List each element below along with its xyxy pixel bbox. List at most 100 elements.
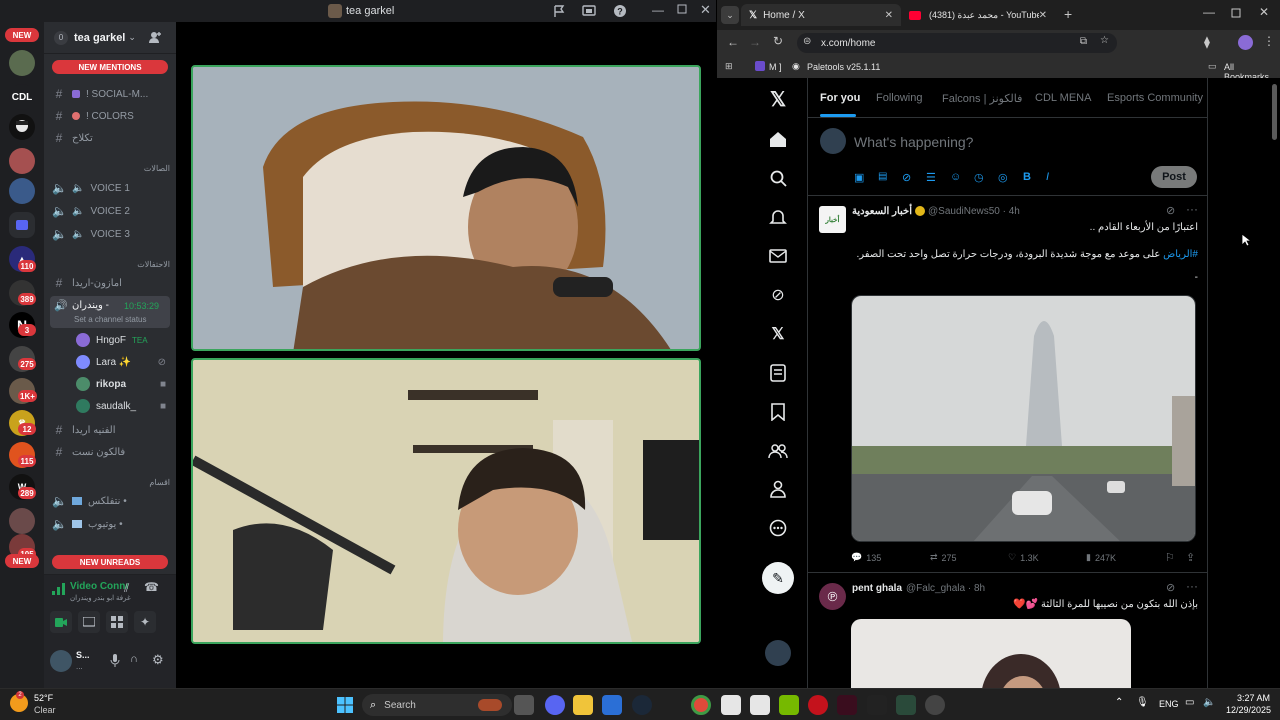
tweet-image[interactable] [851,619,1131,688]
steam-icon[interactable] [632,695,652,715]
tweet-handle[interactable]: @Falc_ghala · 8h [906,583,985,594]
x-logo-icon[interactable]: 𝕏 [767,88,789,111]
tab-youtube[interactable]: (4381) محمد عبدة - YouTube ✕ [901,4,1061,26]
location-icon[interactable]: ◎ [998,171,1008,184]
new-tab-button[interactable]: + [1064,6,1072,22]
media-icon[interactable]: ▣ [854,171,864,184]
bookmarks-icon[interactable] [767,401,789,423]
tweet[interactable]: أخبار أخبار السعودية @SaudiNews50 · 4h ⊘… [808,196,1208,573]
noise-suppression-icon[interactable]: ⫽ [124,581,129,596]
maximize-icon[interactable] [1231,8,1241,18]
channel-item[interactable]: # ! SOCIAL-M... [52,84,170,104]
grok-explain-icon[interactable]: ⊘ [1166,581,1175,594]
communities-icon[interactable] [767,440,789,462]
share-icon[interactable]: ⇪ [1186,551,1195,564]
bookmark-item[interactable]: Paletools v25.1.11 [807,62,880,72]
new-mentions-pill[interactable]: NEW MENTIONS [52,60,168,74]
voice-channel-item[interactable]: 🔈 نتفلكس • [52,491,170,511]
file-explorer-icon[interactable] [573,695,593,715]
activities-button[interactable] [106,611,128,633]
back-icon[interactable]: ← [727,35,739,49]
task-view-icon[interactable] [514,695,534,715]
voice-channel-item[interactable]: 🔈 🔈 VOICE 3 [52,224,170,244]
voice-channel-item[interactable]: 🔈 🔈 VOICE 1 [52,178,170,198]
compose-post-button[interactable]: ✎ [762,562,794,594]
account-avatar[interactable] [765,640,791,666]
post-button[interactable]: Post [1151,166,1197,188]
soundboard-button[interactable]: ✦ [134,611,156,633]
bookmark-icon[interactable]: ⚐ [1165,551,1175,564]
maximize-icon[interactable] [677,4,687,14]
tab-x-home[interactable]: 𝕏 Home / X ✕ [741,4,901,26]
add-member-icon[interactable] [148,30,162,44]
home-icon[interactable] [767,128,789,150]
server-icon[interactable] [9,148,35,174]
server-header[interactable]: 0 tea garkel ⌄ [44,22,176,54]
chevron-up-icon[interactable]: ⌃ [1115,697,1123,708]
poll-icon[interactable]: ☰ [926,171,936,184]
channel-item[interactable]: # فالكون نست [52,442,170,462]
notifications-bell-icon[interactable] [767,206,789,228]
minimize-icon[interactable]: — [1203,5,1215,19]
folder-icon[interactable] [9,212,35,238]
taskbar-search-box[interactable]: ⌕ Search [362,694,512,716]
category-events[interactable]: الاحتفالات [54,260,170,269]
disconnect-icon[interactable]: ☎ [144,580,159,594]
server-icon[interactable] [9,178,35,204]
bookmark-item[interactable]: M ] [769,62,782,72]
close-icon[interactable]: ✕ [700,2,711,18]
schedule-icon[interactable]: ◷ [974,171,984,184]
bold-icon[interactable]: B [1023,171,1031,183]
like-stat[interactable]: ♡ 1.3K [1008,552,1039,563]
address-bar[interactable]: ⊜ x.com/home ⧉ ☆ [797,33,1117,53]
gif-icon[interactable]: ▤ [878,171,887,182]
voice-member[interactable]: Lara ✨ ⊘ [76,352,170,372]
video-tile-1[interactable] [191,65,701,351]
category-voice[interactable]: الصالات [54,164,170,173]
extensions-icon[interactable]: ⧫ [1204,35,1210,49]
ms-store-icon[interactable] [602,695,622,715]
avatar[interactable] [50,650,72,672]
file-icon[interactable] [750,695,770,715]
server-icon[interactable] [9,508,35,534]
voice-member[interactable]: rikopa ■ [76,374,170,394]
tab-esports-community[interactable]: Esports Community [1107,92,1203,104]
compose-input[interactable]: What's happening? [854,134,973,150]
avatar[interactable]: ℗ [819,583,846,610]
channel-status[interactable]: Set a channel status [74,315,147,324]
more-options-icon[interactable] [767,517,789,539]
nvidia-icon[interactable] [779,695,799,715]
headphones-icon[interactable]: ∩ [130,653,138,665]
tab-search-icon[interactable]: ⌄ [721,6,739,24]
new-pill-top[interactable]: NEW [5,28,39,42]
install-app-icon[interactable]: ⧉ [1080,36,1087,47]
forward-icon[interactable]: → [749,35,761,49]
tab-falcons[interactable]: Falcons | فالكونز [942,92,1022,105]
profile-avatar[interactable] [1238,35,1253,50]
channel-item[interactable]: # ! COLORS [52,106,170,126]
clock-time[interactable]: 3:27 AM [1237,693,1270,703]
tweet[interactable]: ℗ pent ghala @Falc_ghala · 8h ⊘ ··· بإذن… [808,573,1208,688]
tab-following[interactable]: Following [876,92,922,104]
channel-item[interactable]: # تكلاح [52,128,170,148]
inbox-flag-icon[interactable] [552,4,566,18]
server-icon[interactable] [9,50,35,76]
views-stat[interactable]: ▮ 247K [1086,552,1116,563]
profile-icon[interactable] [767,478,789,500]
repost-stat[interactable]: ⇄ 275 [930,552,957,563]
tweet-author-name[interactable]: أخبار السعودية [852,206,912,217]
app-icon[interactable] [925,695,945,715]
screen-share-icon[interactable] [582,4,596,18]
close-tab-icon[interactable]: ✕ [1039,10,1047,21]
voice-channel-item[interactable]: 🔈 🔈 VOICE 2 [52,201,170,221]
minimize-icon[interactable]: — [652,3,664,17]
reply-stat[interactable]: 💬 135 [851,552,881,563]
discord-app-icon[interactable] [545,695,565,715]
language-indicator[interactable]: ENG [1159,699,1179,709]
server-icon-cdl[interactable]: CDL [9,84,35,110]
site-info-icon[interactable]: ⊜ [803,36,811,47]
active-voice-channel[interactable]: 🔊 ويندران - 10:53:29 Set a channel statu… [50,296,170,328]
tweet-author-name[interactable]: pent ghala [852,583,902,594]
bookmark-star-icon[interactable]: ☆ [1100,35,1109,46]
grok-icon[interactable]: ⊘ [902,171,911,184]
